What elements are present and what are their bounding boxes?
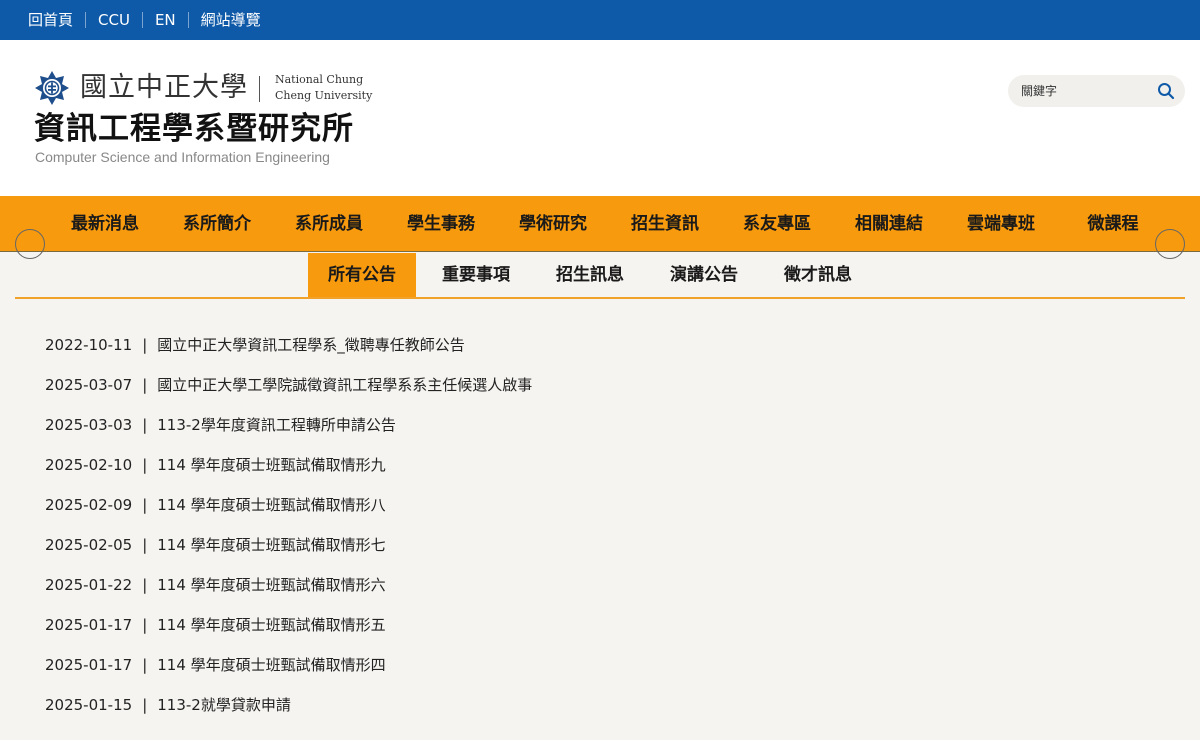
logo-divider	[259, 76, 260, 102]
announcement-tabs: 所有公告 重要事項 招生訊息 演講公告 徵才訊息	[15, 253, 1185, 299]
nav-item-latest-news[interactable]: 最新消息	[49, 196, 161, 252]
list-item: 2025-01-15 | 113-2就學貸款申請	[45, 685, 1145, 725]
nav-item-about[interactable]: 系所簡介	[161, 196, 273, 252]
university-name-zh: 國立中正大學	[80, 72, 248, 103]
news-title-link[interactable]: 國立中正大學工學院誠徵資訊工程學系系主任候選人啟事	[157, 365, 532, 405]
tab-important[interactable]: 重要事項	[422, 253, 530, 297]
site-logo[interactable]: 國立中正大學 National Chung Cheng University 資…	[34, 68, 374, 168]
nav-item-research[interactable]: 學術研究	[497, 196, 609, 252]
nav-item-cloud-program[interactable]: 雲端專班	[945, 196, 1057, 252]
nav-item-links[interactable]: 相關連結	[833, 196, 945, 252]
news-title-link[interactable]: 113-2就學貸款申請	[157, 685, 291, 725]
divider	[187, 12, 189, 28]
news-list: 2022-10-11 | 國立中正大學資訊工程學系_徵聘專任教師公告 2025-03…	[45, 325, 1145, 725]
english-link[interactable]: EN	[155, 0, 176, 40]
university-name-en: National Chung Cheng University	[275, 73, 373, 102]
news-date: 2025-02-05	[45, 536, 133, 554]
list-item: 2025-02-09 | 114 學年度碩士班甄試備取情形八	[45, 485, 1145, 525]
list-item: 2025-01-22 | 114 學年度碩士班甄試備取情形六	[45, 565, 1145, 605]
news-title-link[interactable]: 114 學年度碩士班甄試備取情形八	[157, 485, 385, 525]
divider	[141, 12, 143, 28]
news-title-link[interactable]: 114 學年度碩士班甄試備取情形九	[157, 445, 385, 485]
search-box	[1008, 75, 1185, 107]
tab-admissions[interactable]: 招生訊息	[536, 253, 644, 297]
separator: |	[142, 656, 148, 674]
home-link[interactable]: 回首頁	[28, 0, 73, 40]
separator: |	[142, 536, 148, 554]
news-title-link[interactable]: 114 學年度碩士班甄試備取情形四	[157, 645, 385, 685]
separator: |	[142, 696, 148, 714]
department-name-en: Computer Science and Information Enginee…	[35, 149, 330, 165]
separator: |	[142, 376, 148, 394]
nav-item-admissions[interactable]: 招生資訊	[609, 196, 721, 252]
news-date: 2025-03-03	[45, 416, 133, 434]
separator: |	[142, 496, 148, 514]
news-date: 2025-01-17	[45, 616, 133, 634]
department-name-zh: 資訊工程學系暨研究所	[34, 111, 354, 147]
nav-item-alumni[interactable]: 系友專區	[721, 196, 833, 252]
list-item: 2025-03-03 | 113-2學年度資訊工程轉所申請公告	[45, 405, 1145, 445]
news-date: 2025-01-15	[45, 696, 133, 714]
news-title-link[interactable]: 113-2學年度資訊工程轉所申請公告	[157, 405, 396, 445]
nav-item-student-affairs[interactable]: 學生事務	[385, 196, 497, 252]
separator: |	[142, 456, 148, 474]
ccu-emblem-icon	[34, 70, 70, 106]
news-date: 2025-03-07	[45, 376, 133, 394]
separator: |	[142, 336, 148, 354]
tab-lectures[interactable]: 演講公告	[650, 253, 758, 297]
news-title-link[interactable]: 114 學年度碩士班甄試備取情形七	[157, 525, 385, 565]
list-item: 2025-02-05 | 114 學年度碩士班甄試備取情形七	[45, 525, 1145, 565]
nav-item-members[interactable]: 系所成員	[273, 196, 385, 252]
sitemap-link[interactable]: 網站導覽	[201, 0, 261, 40]
ccu-link[interactable]: CCU	[98, 0, 130, 40]
news-date: 2025-01-17	[45, 656, 133, 674]
site-header: 國立中正大學 National Chung Cheng University 資…	[0, 40, 1200, 196]
tab-jobs[interactable]: 徵才訊息	[764, 253, 872, 297]
news-title-link[interactable]: 114 學年度碩士班甄試備取情形五	[157, 605, 385, 645]
news-title-link[interactable]: 114 學年度碩士班甄試備取情形六	[157, 565, 385, 605]
list-item: 2025-02-10 | 114 學年度碩士班甄試備取情形九	[45, 445, 1145, 485]
list-item: 2022-10-11 | 國立中正大學資訊工程學系_徵聘專任教師公告	[45, 325, 1145, 365]
tab-all-announcements[interactable]: 所有公告	[308, 253, 416, 297]
list-item: 2025-01-17 | 114 學年度碩士班甄試備取情形五	[45, 605, 1145, 645]
top-utility-bar: 回首頁 CCU EN 網站導覽	[0, 0, 1200, 40]
news-date: 2022-10-11	[45, 336, 133, 354]
separator: |	[142, 416, 148, 434]
news-date: 2025-01-22	[45, 576, 133, 594]
search-icon[interactable]	[1157, 82, 1175, 100]
separator: |	[142, 616, 148, 634]
divider	[85, 12, 87, 28]
main-navigation: 最新消息 系所簡介 系所成員 學生事務 學術研究 招生資訊 系友專區 相關連結 …	[0, 196, 1200, 259]
list-item: 2025-01-17 | 114 學年度碩士班甄試備取情形四	[45, 645, 1145, 685]
nav-item-micro-courses[interactable]: 微課程	[1057, 196, 1169, 252]
news-title-link[interactable]: 國立中正大學資訊工程學系_徵聘專任教師公告	[157, 325, 465, 365]
news-date: 2025-02-10	[45, 456, 133, 474]
separator: |	[142, 576, 148, 594]
search-input[interactable]	[1008, 75, 1148, 107]
news-date: 2025-02-09	[45, 496, 133, 514]
list-item: 2025-03-07 | 國立中正大學工學院誠徵資訊工程學系系主任候選人啟事	[45, 365, 1145, 405]
